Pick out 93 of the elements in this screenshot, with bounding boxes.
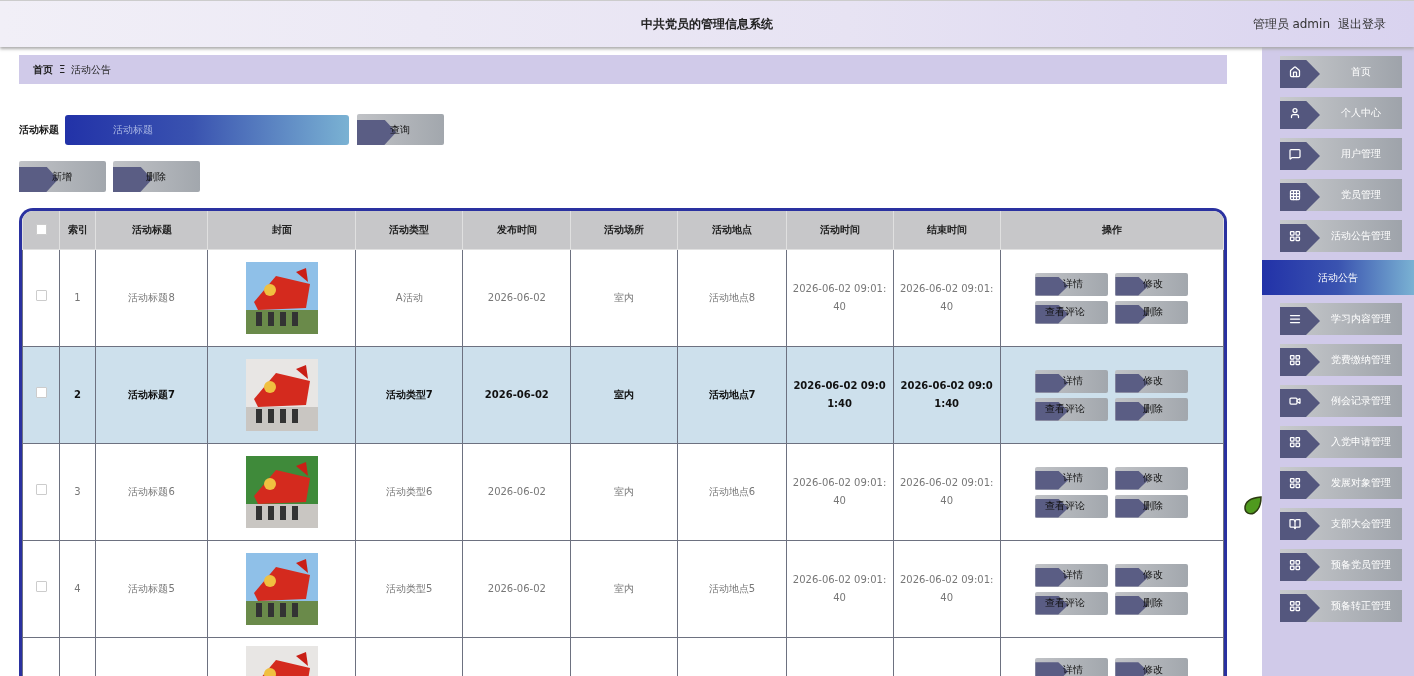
tiles-icon	[1289, 230, 1301, 242]
publish-date: 2026-06-02	[487, 292, 546, 303]
edit-button[interactable]: 修改	[1115, 466, 1189, 490]
table-row[interactable]: 3 活动标题6 活动类型6 2026-06-02 室内 活动地点6 2026-06-02 09:01:40 2026-06-02 09:01:40 详情 修改 查看评论 删除	[22, 443, 1224, 541]
activity-type: A活动	[395, 292, 423, 303]
activity-title: 活动标题5	[128, 583, 175, 594]
column-header: 活动标题	[95, 211, 208, 250]
delete-button[interactable]: 删除	[1115, 494, 1189, 518]
tiles-icon	[1289, 600, 1301, 612]
tiles-icon	[1289, 559, 1301, 571]
detail-button[interactable]: 详情	[1035, 369, 1109, 393]
book-icon	[1289, 518, 1301, 530]
comments-button[interactable]: 查看评论	[1035, 397, 1109, 421]
activity-type: 活动类型5	[386, 583, 433, 594]
row-checkbox[interactable]	[35, 387, 47, 398]
tiles-icon	[1289, 354, 1301, 366]
column-header: 发布时间	[462, 211, 571, 250]
system-title: 中共党员的管理信息系统	[641, 15, 773, 33]
table-row[interactable]: 1 活动标题8 A活动 2026-06-02 室内 活动地点8 2026-06-02 09:01:40 2026-06-02 09:01:40 详情 修改 查看评论 删除	[22, 249, 1224, 347]
list-icon	[1289, 313, 1301, 325]
sidebar-item[interactable]: 活动公告	[1262, 260, 1414, 295]
comments-button[interactable]: 查看评论	[1035, 300, 1109, 324]
activity-location: 活动地点7	[708, 389, 756, 400]
start-time: 2026-06-02 09:01:40	[792, 477, 887, 506]
end-time: 2026-06-02 09:01:40	[899, 283, 994, 312]
tiles-icon	[1289, 436, 1301, 448]
grid-icon	[1289, 189, 1301, 201]
comments-button[interactable]: 查看评论	[1035, 591, 1109, 615]
row-index: 1	[74, 292, 81, 303]
publish-date: 2026-06-02	[487, 486, 546, 497]
activity-type: 活动类型6	[386, 486, 433, 497]
row-index: 2	[74, 389, 81, 400]
activity-venue: 室内	[614, 292, 635, 303]
row-checkbox[interactable]	[35, 290, 47, 301]
row-index: 3	[74, 486, 81, 497]
column-header: 封面	[207, 211, 356, 250]
tiles-icon	[1289, 477, 1301, 489]
camera-icon	[1289, 395, 1301, 407]
delete-button[interactable]: 删除	[1115, 397, 1189, 421]
detail-button[interactable]: 详情	[1035, 466, 1109, 490]
column-header: 活动类型	[355, 211, 463, 250]
search-field[interactable]: 活动标题	[65, 114, 349, 145]
breadcrumb-current: 活动公告	[71, 62, 112, 77]
logout-link[interactable]: 退出登录	[1338, 15, 1386, 33]
user-name: 管理员 admin	[1252, 15, 1330, 33]
edit-button[interactable]: 修改	[1115, 272, 1189, 296]
start-time: 2026-06-02 09:01:40	[792, 283, 887, 312]
column-header: 结束时间	[893, 211, 1001, 250]
activity-venue: 室内	[614, 583, 635, 594]
search-button[interactable]: 查询	[357, 114, 444, 145]
activity-venue: 室内	[614, 389, 635, 400]
search-label: 活动标题	[19, 122, 59, 137]
table-row[interactable]: 4 活动标题5 活动类型5 2026-06-02 室内 活动地点5 2026-06-02 09:01:40 2026-06-02 09:01:40 详情 修改 查看评论 删除	[22, 540, 1224, 638]
detail-button[interactable]: 详情	[1035, 563, 1109, 587]
edit-button[interactable]: 修改	[1115, 369, 1189, 393]
publish-date: 2026-06-02	[487, 583, 546, 594]
comments-button[interactable]: 查看评论	[1035, 494, 1109, 518]
row-index: 4	[74, 583, 81, 594]
select-all-checkbox[interactable]	[35, 223, 47, 235]
add-button[interactable]: 新增	[19, 161, 106, 192]
column-header: 活动地点	[677, 211, 787, 250]
column-header: 活动场所	[570, 211, 678, 250]
activity-title: 活动标题6	[128, 486, 175, 497]
activity-location: 活动地点5	[708, 583, 756, 594]
edit-button[interactable]: 修改	[1115, 563, 1189, 587]
user-icon	[1289, 107, 1301, 119]
column-header: 操作	[1000, 211, 1224, 250]
breadcrumb-home[interactable]: 首页	[33, 62, 53, 77]
delete-button[interactable]: 删除	[1115, 300, 1189, 324]
leaf-icon	[1244, 496, 1262, 516]
activity-venue: 室内	[614, 486, 635, 497]
row-checkbox[interactable]	[35, 581, 47, 592]
publish-date: 2026-06-02	[484, 389, 549, 400]
delete-button[interactable]: 删除	[113, 161, 200, 192]
delete-button[interactable]: 删除	[1115, 591, 1189, 615]
activity-location: 活动地点8	[708, 292, 756, 303]
end-time: 2026-06-02 09:01:40	[899, 477, 994, 506]
activity-type: 活动类型7	[385, 389, 433, 400]
activity-location: 活动地点6	[708, 486, 756, 497]
row-checkbox[interactable]	[35, 484, 47, 495]
breadcrumb-separator: Ξ	[59, 64, 66, 75]
table-row[interactable]: 2 活动标题7 活动类型7 2026-06-02 室内 活动地点7 2026-06-02 09:01:40 2026-06-02 09:01:40 详情 修改 查看评论 删除	[22, 346, 1224, 444]
end-time: 2026-06-02 09:01:40	[899, 574, 994, 603]
column-header: 活动时间	[786, 211, 894, 250]
start-time: 2026-06-02 09:01:40	[792, 574, 887, 603]
home-icon	[1289, 66, 1301, 78]
activity-title: 活动标题7	[128, 389, 176, 400]
detail-button[interactable]: 详情	[1035, 272, 1109, 296]
end-time: 2026-06-02 09:01:40	[900, 380, 993, 409]
column-header: 索引	[59, 211, 96, 250]
chat-icon	[1289, 148, 1301, 160]
start-time: 2026-06-02 09:01:40	[793, 380, 886, 409]
activity-title: 活动标题8	[128, 292, 175, 303]
